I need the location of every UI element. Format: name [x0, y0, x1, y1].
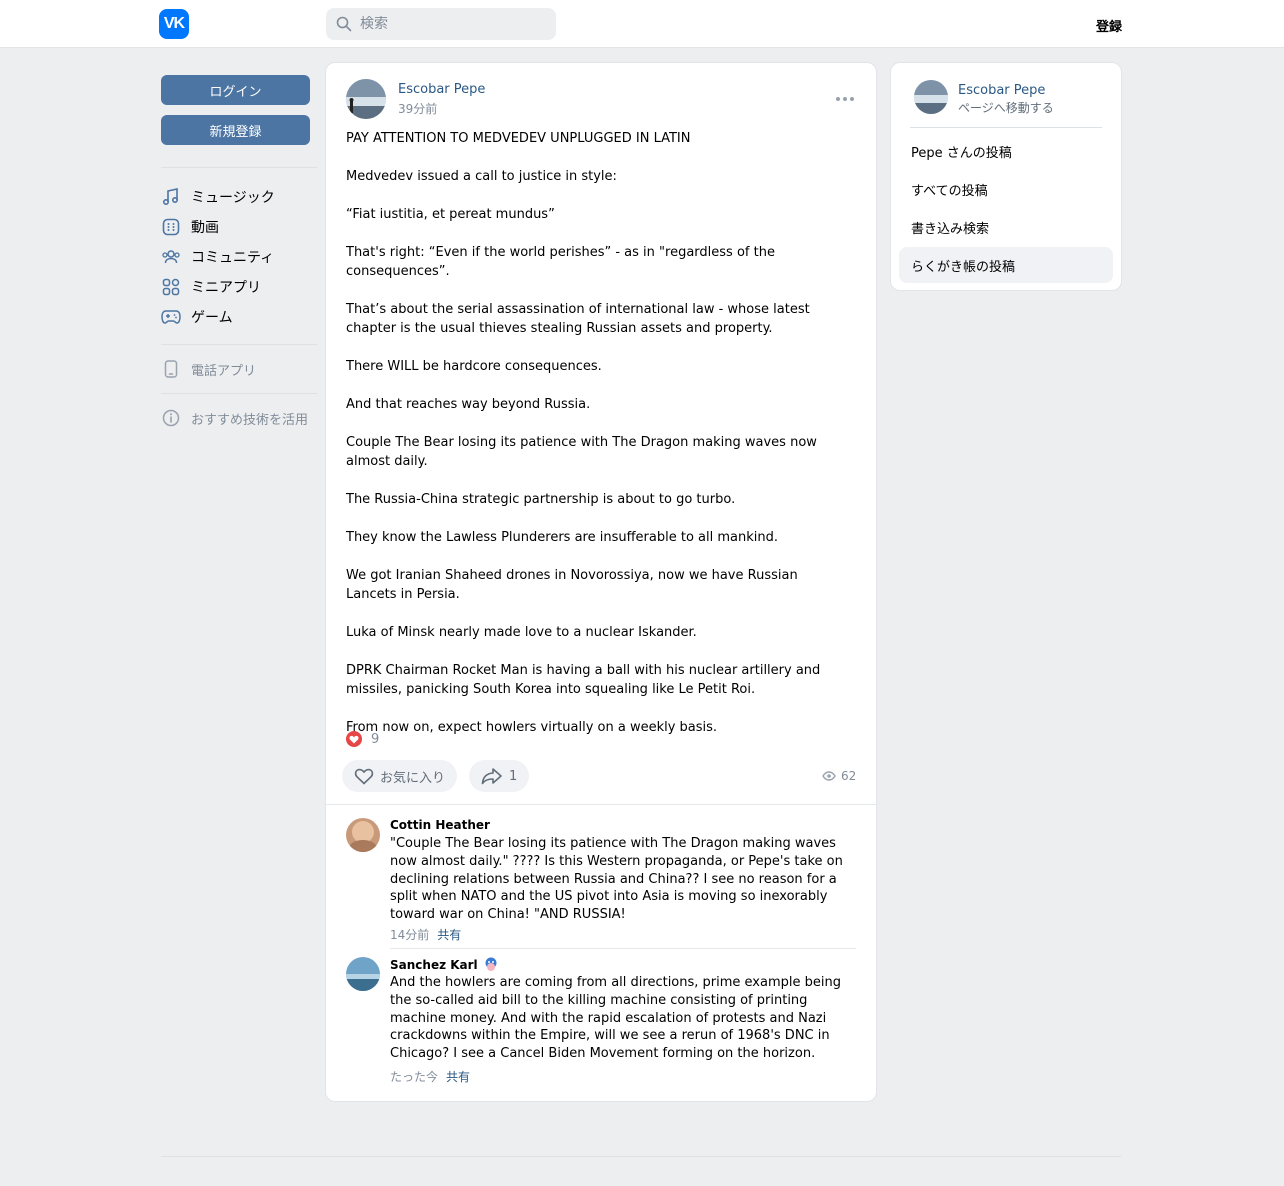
- post-paragraph: That’s about the serial assassination of…: [346, 302, 810, 336]
- sidebar-item-label: らくがき帳の投稿: [911, 259, 1016, 275]
- comments-divider: [326, 804, 876, 805]
- post-paragraph: And that reaches way beyond Russia.: [346, 397, 591, 412]
- search-icon: [336, 16, 352, 32]
- post-paragraph: Luka of Minsk nearly made love to a nucl…: [346, 625, 697, 640]
- music-icon: [161, 187, 181, 207]
- sidebar-item-all-posts[interactable]: すべての投稿: [899, 171, 1113, 207]
- like-label: お気に入り: [380, 770, 446, 786]
- views-counter: 62: [822, 769, 856, 783]
- comment-share-link[interactable]: 共有: [437, 928, 461, 942]
- sidebar-divider: [910, 127, 1102, 128]
- post-paragraph: That's right: “Even if the world perishe…: [346, 245, 775, 279]
- sidebar-item-pepe-posts[interactable]: Pepe さんの投稿: [899, 133, 1113, 169]
- post-text: PAY ATTENTION TO MEDVEDEV UNPLUGGED IN L…: [346, 129, 846, 756]
- post-paragraph: “Fiat iustitia, et pereat mundus”: [346, 207, 555, 222]
- eye-icon: [822, 771, 836, 781]
- profile-sidebar-card: Escobar Pepe ページへ移動する Pepe さんの投稿 すべての投稿 …: [890, 62, 1122, 291]
- sidebar-profile-name[interactable]: Escobar Pepe: [958, 83, 1045, 98]
- comment-divider: [390, 948, 856, 949]
- vk-logo[interactable]: VK: [159, 9, 189, 39]
- reactions-summary[interactable]: 9: [346, 731, 379, 747]
- nav-divider: [161, 344, 317, 345]
- sidebar-item-label: 書き込み検索: [911, 221, 990, 237]
- post-paragraph: They know the Lawless Plunderers are ins…: [346, 530, 778, 545]
- comment-item: Cottin Heather "Couple The Bear losing i…: [346, 818, 856, 948]
- post-paragraph: Medvedev issued a call to justice in sty…: [346, 169, 617, 184]
- commenter-name[interactable]: Sanchez Karl: [390, 957, 498, 973]
- post-paragraph: There WILL be hardcore consequences.: [346, 359, 602, 374]
- nav-divider: [161, 167, 317, 168]
- more-options-icon[interactable]: [836, 91, 854, 107]
- post-paragraph: We got Iranian Shaheed drones in Novoros…: [346, 568, 798, 602]
- nav-item-video[interactable]: 動画: [161, 213, 317, 241]
- phone-icon: [161, 359, 181, 379]
- register-link[interactable]: 登録: [1096, 16, 1122, 35]
- nav-item-community[interactable]: コミュニティ: [161, 243, 317, 271]
- share-count: 1: [509, 768, 518, 784]
- commenter-avatar[interactable]: [346, 957, 380, 991]
- like-button[interactable]: お気に入り: [342, 760, 458, 792]
- commenter-name[interactable]: Cottin Heather: [390, 818, 490, 832]
- community-icon: [161, 247, 181, 267]
- post-paragraph: Couple The Bear losing its patience with…: [346, 435, 817, 469]
- nav-item-label: おすすめ技術を活用: [191, 412, 309, 428]
- footer-divider: [161, 1156, 1121, 1157]
- nav-item-recommended-tech[interactable]: おすすめ技術を活用: [161, 404, 317, 432]
- nav-item-label: 動画: [191, 220, 219, 236]
- sidebar-go-to-page[interactable]: ページへ移動する: [958, 99, 1054, 116]
- author-name[interactable]: Escobar Pepe: [398, 82, 485, 97]
- nav-item-label: 電話アプリ: [191, 363, 257, 379]
- video-icon: [161, 217, 181, 237]
- post-timestamp[interactable]: 39分前: [398, 100, 437, 117]
- search-box[interactable]: [326, 8, 556, 40]
- search-input[interactable]: [360, 16, 540, 32]
- heart-reaction-icon: [346, 731, 362, 747]
- sidebar-item-search-posts[interactable]: 書き込み検索: [899, 209, 1113, 245]
- badge-icon: [484, 957, 498, 973]
- mini-apps-icon: [161, 277, 181, 297]
- gamepad-icon: [161, 307, 181, 327]
- nav-item-label: ゲーム: [191, 310, 233, 326]
- comment-time[interactable]: たった今: [390, 1070, 438, 1084]
- views-count: 62: [841, 769, 857, 783]
- comment-text: "Couple The Bear losing its patience wit…: [390, 836, 843, 923]
- commenter-name-text: Sanchez Karl: [390, 958, 478, 972]
- info-icon: [161, 408, 181, 428]
- nav-divider: [161, 393, 317, 394]
- nav-item-mini-apps[interactable]: ミニアプリ: [161, 273, 317, 301]
- post-paragraph: From now on, expect howlers virtually on…: [346, 720, 718, 735]
- comment-time[interactable]: 14分前: [390, 928, 429, 942]
- author-avatar[interactable]: [346, 79, 386, 119]
- share-icon: [481, 768, 502, 785]
- comment-item: Sanchez Karl And the howlers are coming …: [346, 957, 856, 1087]
- nav-item-games[interactable]: ゲーム: [161, 303, 317, 331]
- commenter-name-text: Cottin Heather: [390, 818, 490, 832]
- share-button[interactable]: 1: [469, 760, 530, 792]
- signup-button[interactable]: 新規登録: [161, 115, 310, 145]
- sidebar-item-label: すべての投稿: [911, 183, 988, 199]
- nav-item-music[interactable]: ミュージック: [161, 183, 317, 211]
- comment-share-link[interactable]: 共有: [446, 1070, 470, 1084]
- nav-item-label: ミニアプリ: [191, 280, 261, 296]
- nav-item-label: コミュニティ: [191, 250, 275, 266]
- comment-text: And the howlers are coming from all dire…: [390, 975, 841, 1062]
- commenter-avatar[interactable]: [346, 818, 380, 852]
- top-bar: VK 登録: [0, 0, 1284, 48]
- comment-meta: 14分前 共有: [390, 926, 461, 943]
- nav-item-label: ミュージック: [191, 190, 275, 206]
- sidebar-avatar[interactable]: [914, 80, 948, 114]
- sidebar-item-label: Pepe さんの投稿: [911, 145, 1012, 161]
- comment-meta: たった今 共有: [390, 1068, 470, 1085]
- post-paragraph: The Russia-China strategic partnership i…: [346, 492, 736, 507]
- login-button[interactable]: ログイン: [161, 75, 310, 105]
- sidebar-item-wall-posts[interactable]: らくがき帳の投稿: [899, 247, 1113, 283]
- post-paragraph: PAY ATTENTION TO MEDVEDEV UNPLUGGED IN L…: [346, 131, 691, 146]
- post-card: Escobar Pepe 39分前 PAY ATTENTION TO MEDVE…: [325, 62, 877, 1102]
- nav-item-phone-app[interactable]: 電話アプリ: [161, 355, 317, 383]
- reaction-count: 9: [371, 731, 380, 747]
- post-paragraph: DPRK Chairman Rocket Man is having a bal…: [346, 663, 821, 697]
- heart-icon: [354, 768, 374, 785]
